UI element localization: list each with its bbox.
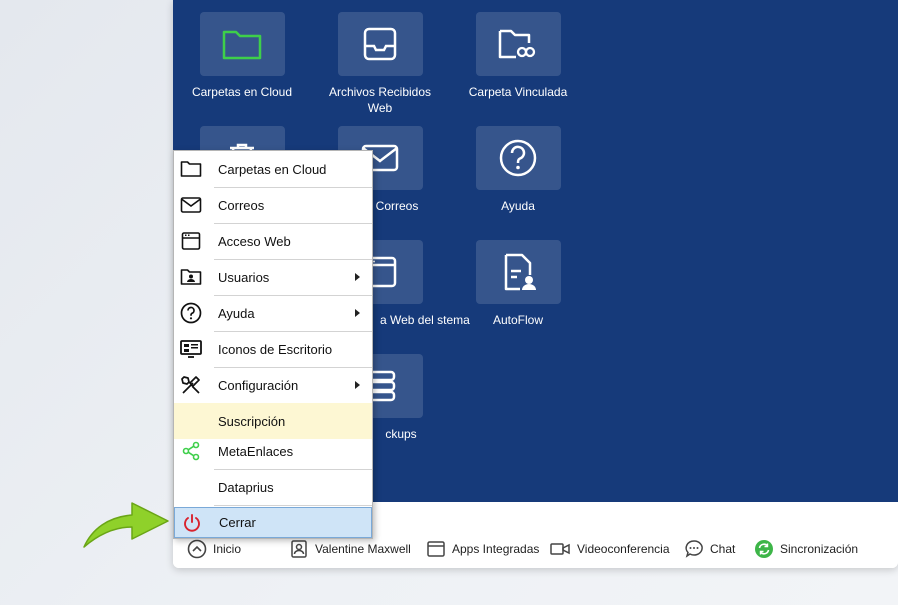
menu-item-cerrar[interactable]: Cerrar: [174, 507, 372, 538]
desktop-icon-carpetas-cloud[interactable]: Carpetas en Cloud: [182, 12, 302, 100]
chat-label: Chat: [710, 542, 736, 556]
video-camera-icon: [550, 543, 570, 555]
question-icon: [174, 295, 208, 331]
desktop-icon-label: Archivos Recibidos Web: [328, 85, 432, 115]
apps-integradas-button[interactable]: Apps Integradas: [426, 539, 539, 559]
menu-item-iconos-escritorio[interactable]: Iconos de Escritorio: [174, 331, 372, 367]
desktop-tile: [199, 12, 285, 76]
user-badge-icon: [291, 540, 307, 558]
app-window-icon: [427, 541, 445, 557]
desktop-icon-ayuda[interactable]: Ayuda: [458, 126, 578, 214]
question-icon: [499, 139, 537, 177]
folder-icon: [222, 30, 262, 60]
desktop-icon-archivos-recibidos[interactable]: Archivos Recibidos Web: [320, 12, 440, 116]
menu-item-label: Carpetas en Cloud: [218, 161, 327, 177]
desktop-icon-label: AutoFlow: [492, 313, 544, 327]
menu-item-dataprius[interactable]: Dataprius: [174, 469, 372, 505]
user-card-icon: [174, 259, 208, 295]
start-menu: Carpetas en Cloud Correos Acceso Web Usu…: [173, 150, 373, 539]
share-icon: [174, 433, 208, 469]
chat-bubble-icon: [685, 540, 703, 558]
envelope-icon: [174, 187, 208, 223]
pointer-arrow-icon: [83, 502, 169, 548]
linked-folder-icon: [498, 29, 536, 59]
desktop-icon-carpeta-vinculada[interactable]: Carpeta Vinculada: [458, 12, 578, 100]
empty-icon-slot: [174, 469, 208, 505]
user-button[interactable]: Valentine Maxwell: [289, 539, 411, 559]
menu-item-label: Dataprius: [218, 479, 274, 495]
desktop-icon-label: Ayuda: [501, 199, 535, 213]
menu-item-carpetas-cloud[interactable]: Carpetas en Cloud: [174, 151, 372, 187]
menu-item-configuracion[interactable]: Configuración: [174, 367, 372, 403]
menu-item-usuarios[interactable]: Usuarios: [174, 259, 372, 295]
menu-item-label: Suscripción: [218, 413, 286, 429]
desktop-icon-label: Carpetas en Cloud: [191, 85, 293, 99]
videoconferencia-button[interactable]: Videoconferencia: [549, 539, 670, 559]
menu-item-label: Ayuda: [218, 305, 255, 321]
sync-icon: [755, 540, 773, 558]
start-label: Inicio: [213, 542, 242, 556]
menu-item-label: Configuración: [218, 377, 299, 393]
menu-separator: [214, 505, 372, 506]
user-name: Valentine Maxwell: [315, 542, 411, 556]
browser-window-icon: [174, 223, 208, 259]
sync-label: Sincronización: [780, 542, 859, 556]
sincronizacion-button[interactable]: Sincronización: [754, 539, 858, 559]
submenu-arrow-icon: [355, 309, 360, 317]
menu-item-ayuda[interactable]: Ayuda: [174, 295, 372, 331]
chat-button[interactable]: Chat: [684, 539, 735, 559]
inbox-tray-icon: [363, 27, 397, 61]
menu-item-label: Iconos de Escritorio: [218, 341, 333, 357]
desktop-tile: [475, 240, 561, 304]
menu-item-label: Cerrar: [219, 515, 256, 530]
document-user-icon: [504, 253, 536, 291]
submenu-arrow-icon: [355, 381, 360, 389]
video-label: Videoconferencia: [577, 542, 670, 556]
menu-item-acceso-web[interactable]: Acceso Web: [174, 223, 372, 259]
menu-item-label: Usuarios: [218, 269, 270, 285]
menu-item-correos[interactable]: Correos: [174, 187, 372, 223]
desktop-icons-icon: [174, 331, 208, 367]
menu-item-label: Acceso Web: [218, 233, 291, 249]
menu-item-metaenlaces[interactable]: MetaEnlaces: [174, 433, 372, 469]
menu-item-label: Correos: [218, 197, 265, 213]
menu-item-label: MetaEnlaces: [218, 443, 294, 459]
submenu-arrow-icon: [355, 273, 360, 281]
folder-icon: [174, 151, 208, 187]
power-icon: [175, 508, 209, 537]
desktop-icon-label: Carpeta Vinculada: [468, 85, 568, 99]
chevron-up-circle-icon: [187, 539, 207, 559]
start-button[interactable]: Inicio: [187, 539, 241, 559]
tools-icon: [174, 367, 208, 403]
desktop-tile: [475, 12, 561, 76]
desktop-tile: [475, 126, 561, 190]
apps-label: Apps Integradas: [452, 542, 540, 556]
desktop-tile: [337, 12, 423, 76]
desktop-icon-autoflow[interactable]: AutoFlow: [458, 240, 578, 328]
